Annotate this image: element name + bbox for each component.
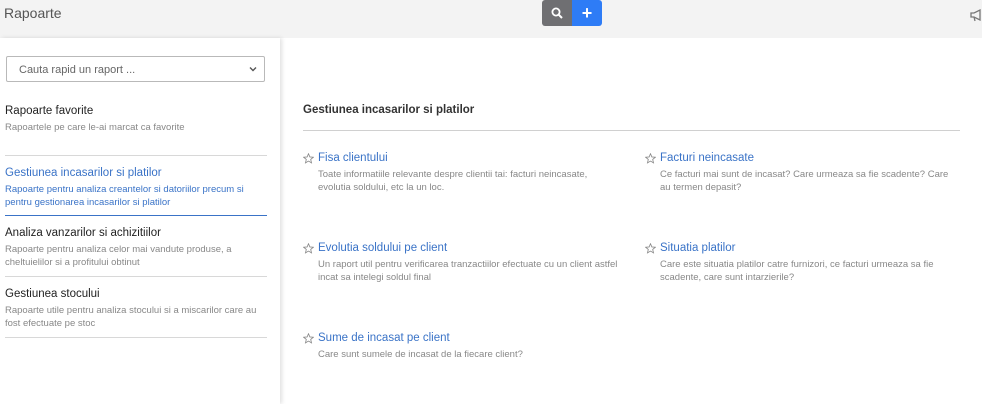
report-item: Fisa clientului Toate informatiile relev… [303, 151, 623, 194]
search-input[interactable] [17, 58, 241, 82]
search-field[interactable] [6, 56, 265, 82]
report-item: Evolutia soldului pe client Un raport ut… [303, 241, 623, 284]
search-icon [551, 7, 563, 19]
active-divider [5, 215, 267, 216]
sidebar: Rapoarte favorite Rapoartele pe care le-… [0, 38, 280, 404]
report-link[interactable]: Fisa clientului [318, 152, 388, 164]
top-bar: Rapoarte + [0, 0, 982, 38]
chevron-down-icon[interactable] [248, 64, 258, 74]
report-link[interactable]: Sume de incasat pe client [318, 332, 450, 344]
report-link[interactable]: Situatia platilor [660, 242, 735, 254]
sidebar-item-description: Rapoarte utile pentru analiza stocului s… [5, 305, 257, 329]
star-icon[interactable] [645, 242, 656, 254]
report-description: Care este situatia platilor catre furniz… [660, 259, 934, 283]
report-link[interactable]: Evolutia soldului pe client [318, 242, 447, 254]
sidebar-item-payments[interactable]: Gestiunea incasarilor si platilor Rapoar… [5, 166, 267, 209]
plus-icon: + [581, 3, 593, 23]
sidebar-item-sales[interactable]: Analiza vanzarilor si achizitiilor Rapoa… [5, 226, 267, 269]
sidebar-item-stock[interactable]: Gestiunea stocului Rapoarte utile pentru… [5, 287, 267, 330]
divider [5, 276, 267, 277]
sidebar-item-description: Rapoarte pentru analiza celor mai vandut… [5, 244, 232, 268]
sidebar-item-title: Analiza vanzarilor si achizitiilor [5, 227, 161, 239]
section-divider [303, 130, 960, 131]
star-icon[interactable] [645, 152, 656, 164]
report-description: Ce facturi mai sunt de incasat? Care urm… [660, 169, 949, 193]
report-description: Toate informatiile relevante despre clie… [318, 169, 588, 193]
add-report-button[interactable]: + [572, 0, 602, 26]
report-item: Situatia platilor Care este situatia pla… [645, 241, 965, 284]
star-icon[interactable] [303, 152, 314, 164]
megaphone-icon[interactable] [970, 8, 982, 22]
divider [5, 155, 267, 156]
star-icon[interactable] [303, 242, 314, 254]
sidebar-item-title: Gestiunea incasarilor si platilor [5, 167, 162, 179]
sidebar-item-title: Rapoarte favorite [5, 105, 94, 117]
report-description: Un raport util pentru verificarea tranza… [318, 259, 618, 283]
sidebar-item-favorites[interactable]: Rapoarte favorite Rapoartele pe care le-… [5, 104, 267, 135]
sidebar-item-description: Rapoartele pe care le-ai marcat ca favor… [5, 122, 185, 133]
page-title: Rapoarte [4, 5, 62, 21]
star-icon[interactable] [303, 332, 314, 344]
sidebar-item-description: Rapoarte pentru analiza creantelor si da… [5, 184, 244, 208]
report-item: Facturi neincasate Ce facturi mai sunt d… [645, 151, 965, 194]
sidebar-item-title: Gestiunea stocului [5, 288, 100, 300]
report-link[interactable]: Facturi neincasate [660, 152, 754, 164]
report-description: Care sunt sumele de incasat de la fiecar… [318, 349, 523, 360]
search-button[interactable] [542, 0, 572, 26]
divider [5, 337, 267, 338]
report-item: Sume de incasat pe client Care sunt sume… [303, 331, 623, 362]
section-title: Gestiunea incasarilor si platilor [303, 104, 475, 116]
